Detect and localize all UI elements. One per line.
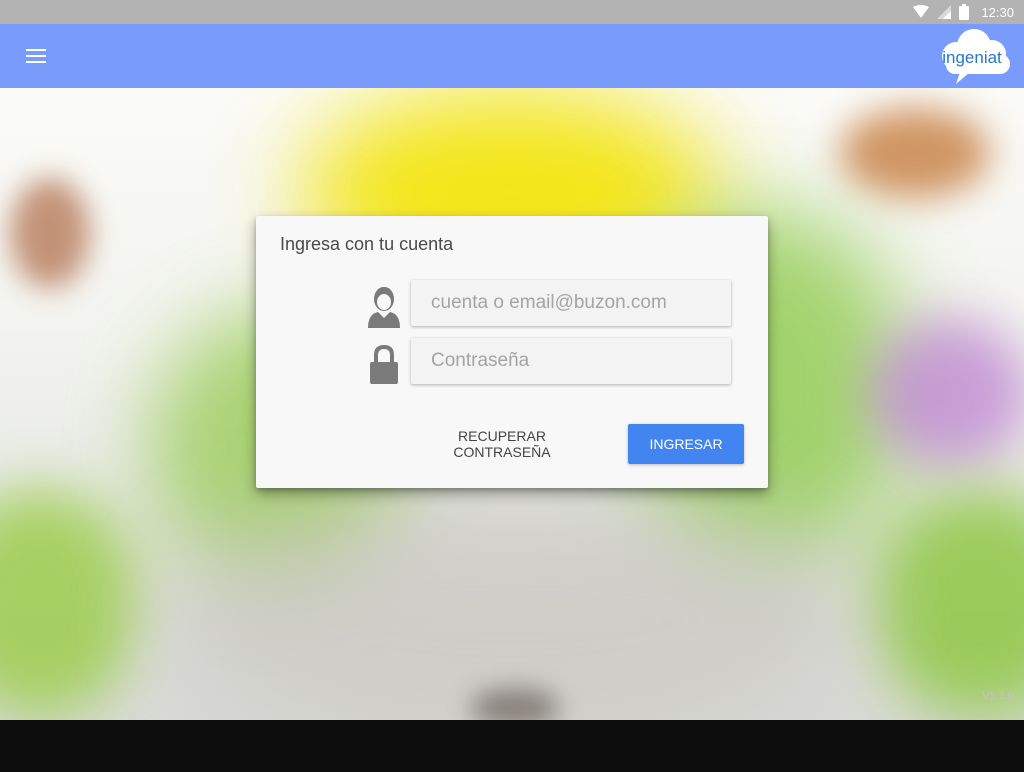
login-submit-button[interactable]: INGRESAR — [628, 424, 744, 464]
password-input[interactable] — [411, 338, 731, 384]
navigation-bar — [0, 720, 1024, 772]
logo-text: ingeniat — [942, 48, 1002, 67]
battery-icon — [959, 4, 970, 20]
app-bar: ingeniat — [0, 24, 1024, 88]
login-title: Ingresa con tu cuenta — [280, 234, 454, 254]
wifi-icon — [913, 5, 930, 18]
user-icon — [368, 287, 400, 328]
username-input[interactable] — [411, 280, 731, 326]
status-icons: 12:30 — [913, 0, 1014, 24]
login-card: Ingresa con tu cuenta RECUPERAR CONTRASE… — [256, 216, 768, 488]
password-row — [364, 338, 732, 386]
menu-button[interactable] — [22, 42, 50, 70]
lock-icon — [370, 344, 398, 384]
cell-signal-icon — [937, 5, 952, 19]
version-label: V5.1.0 — [982, 690, 1014, 702]
app-logo: ingeniat — [934, 26, 1016, 86]
status-time: 12:30 — [981, 4, 1014, 20]
recover-password-button[interactable]: RECUPERAR CONTRASEÑA — [406, 424, 598, 464]
username-row — [364, 280, 732, 328]
status-bar: 12:30 — [0, 0, 1024, 24]
hamburger-menu-icon — [26, 49, 46, 63]
